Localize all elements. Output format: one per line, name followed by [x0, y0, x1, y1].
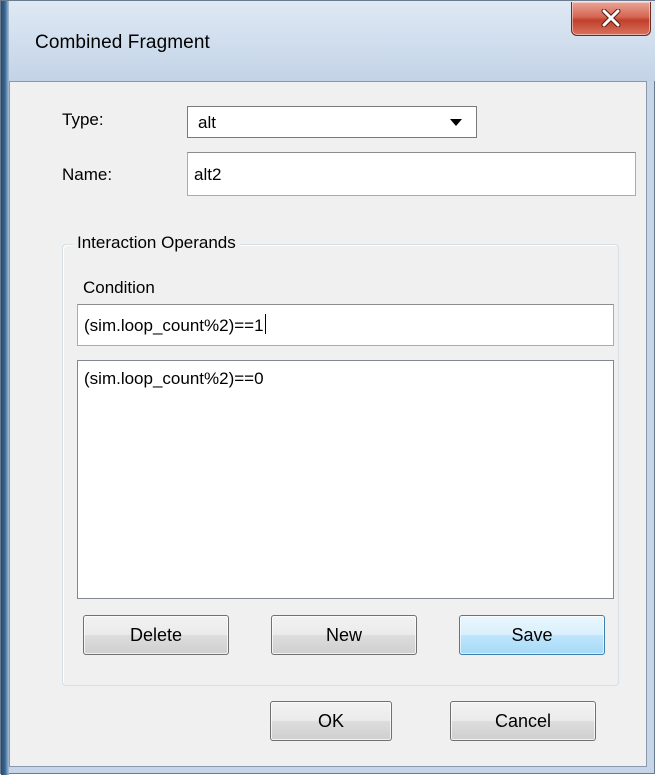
- name-field-value: alt2: [194, 165, 222, 184]
- type-dropdown-value: alt: [198, 113, 216, 132]
- new-button[interactable]: New: [271, 615, 417, 655]
- dialog-body: Type: alt Name: alt2 Interaction Operand…: [9, 81, 647, 767]
- title-bar[interactable]: Combined Fragment: [9, 1, 655, 81]
- save-button[interactable]: Save: [459, 615, 605, 655]
- type-dropdown[interactable]: alt: [187, 106, 477, 138]
- condition-label: Condition: [83, 278, 155, 297]
- condition-field[interactable]: (sim.loop_count%2)==1: [77, 304, 614, 346]
- chevron-down-icon: [450, 119, 462, 126]
- type-label: Type:: [62, 110, 104, 129]
- cancel-button[interactable]: Cancel: [450, 701, 596, 741]
- operands-list[interactable]: (sim.loop_count%2)==0: [77, 360, 614, 599]
- list-item[interactable]: (sim.loop_count%2)==0: [84, 369, 264, 389]
- interaction-operands-title: Interaction Operands: [73, 233, 240, 253]
- background-window-edge: [1, 1, 9, 775]
- ok-button[interactable]: OK: [270, 701, 392, 741]
- dialog-title: Combined Fragment: [35, 32, 210, 53]
- close-button[interactable]: [571, 2, 651, 36]
- dialog-window: Combined Fragment Type: alt Name: alt2 I…: [0, 0, 655, 775]
- condition-field-value: (sim.loop_count%2)==1: [84, 316, 264, 335]
- interaction-operands-group: Interaction Operands Condition (sim.loop…: [62, 233, 619, 686]
- name-field[interactable]: alt2: [187, 152, 636, 196]
- close-icon: [601, 9, 621, 27]
- delete-button[interactable]: Delete: [83, 615, 229, 655]
- text-caret: [264, 314, 266, 334]
- name-label: Name:: [62, 165, 113, 184]
